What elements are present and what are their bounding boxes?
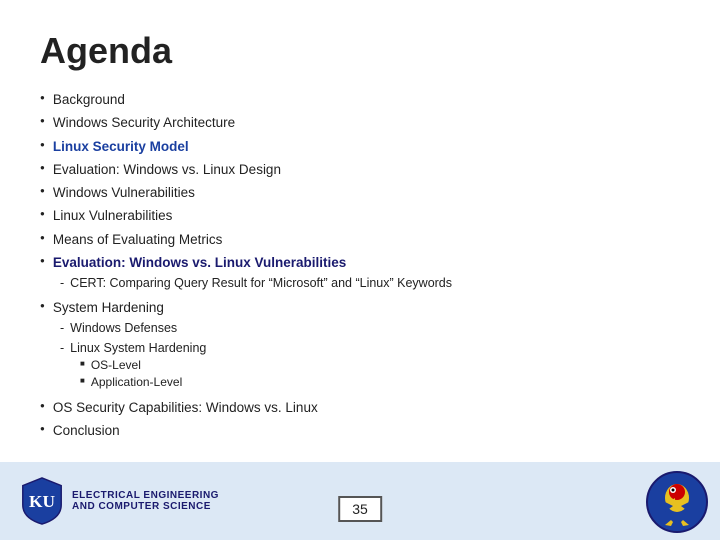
list-item: ● Background xyxy=(40,90,680,110)
dash-icon: - xyxy=(60,339,64,357)
list-item: ● Linux Security Model xyxy=(40,137,680,157)
item-text-highlighted: Evaluation: Windows vs. Linux Vulnerabil… xyxy=(53,253,346,273)
bullet-icon: ● xyxy=(40,422,45,436)
square-icon: ■ xyxy=(80,374,85,388)
item-text: Windows Vulnerabilities xyxy=(53,183,195,203)
bullet-icon: ● xyxy=(40,207,45,221)
dash-icon: - xyxy=(60,319,64,337)
bullet-icon: ● xyxy=(40,399,45,413)
item-text: OS Security Capabilities: Windows vs. Li… xyxy=(53,398,318,418)
sub-sub-list-item: ■ OS-Level xyxy=(80,357,182,374)
ku-department: ELECTRICAL ENGINEERING AND COMPUTER SCIE… xyxy=(72,490,219,512)
bullet-icon: ● xyxy=(40,91,45,105)
list-item: ● Windows Vulnerabilities xyxy=(40,183,680,203)
item-text-highlighted: Linux Security Model xyxy=(53,137,189,157)
item-text: Linux Vulnerabilities xyxy=(53,206,173,226)
sub-list-item: - CERT: Comparing Query Result for “Micr… xyxy=(60,274,452,292)
slide-content: Agenda ● Background ● Windows Security A… xyxy=(40,30,680,442)
bullet-icon: ● xyxy=(40,114,45,128)
bullet-icon: ● xyxy=(40,138,45,152)
ku-shield-icon: KU xyxy=(20,476,64,526)
sub-item-text: Linux System Hardening xyxy=(70,339,206,357)
sub-sub-item-text: Application-Level xyxy=(91,374,182,391)
sub-list-item: - Linux System Hardening ■ OS-Level ■ Ap… xyxy=(60,339,206,393)
list-item: ● Conclusion xyxy=(40,421,680,441)
bullet-icon: ● xyxy=(40,231,45,245)
sub-sub-list-item: ■ Application-Level xyxy=(80,374,182,391)
sub-item-text: CERT: Comparing Query Result for “Micros… xyxy=(70,274,452,292)
list-item: ● Windows Security Architecture xyxy=(40,113,680,133)
bullet-icon: ● xyxy=(40,299,45,313)
dash-icon: - xyxy=(60,274,64,292)
sub-sub-item-text: OS-Level xyxy=(91,357,141,374)
item-text: Means of Evaluating Metrics xyxy=(53,230,223,250)
item-text: Background xyxy=(53,90,125,110)
sub-list: - Windows Defenses - Linux System Harden… xyxy=(40,319,206,393)
sub-list-item: - Windows Defenses xyxy=(60,319,206,337)
sub-sub-list: ■ OS-Level ■ Application-Level xyxy=(60,357,182,393)
list-item: ● OS Security Capabilities: Windows vs. … xyxy=(40,398,680,418)
item-text: Windows Security Architecture xyxy=(53,113,235,133)
agenda-list: ● Background ● Windows Security Architec… xyxy=(40,90,680,442)
ku-logo: KU ELECTRICAL ENGINEERING AND COMPUTER S… xyxy=(20,476,219,526)
ku-mascot-icon xyxy=(645,470,710,535)
list-item: ● Means of Evaluating Metrics xyxy=(40,230,680,250)
dept-line1: ELECTRICAL ENGINEERING xyxy=(72,490,219,501)
dept-line2: AND COMPUTER SCIENCE xyxy=(72,501,219,512)
item-text: System Hardening xyxy=(53,298,164,318)
item-text: Conclusion xyxy=(53,421,120,441)
bullet-icon: ● xyxy=(40,161,45,175)
list-item: ● Evaluation: Windows vs. Linux Vulnerab… xyxy=(40,253,680,295)
slide-title: Agenda xyxy=(40,30,680,72)
slide: Agenda ● Background ● Windows Security A… xyxy=(0,0,720,540)
sub-item-text: Windows Defenses xyxy=(70,319,177,337)
page-number: 35 xyxy=(338,496,382,522)
svg-text:KU: KU xyxy=(29,492,55,511)
list-item: ● System Hardening - Windows Defenses - … xyxy=(40,298,680,395)
sub-list: - CERT: Comparing Query Result for “Micr… xyxy=(40,274,452,293)
bullet-icon: ● xyxy=(40,184,45,198)
bullet-icon: ● xyxy=(40,254,45,268)
list-item: ● Evaluation: Windows vs. Linux Design xyxy=(40,160,680,180)
list-item: ● Linux Vulnerabilities xyxy=(40,206,680,226)
square-icon: ■ xyxy=(80,357,85,371)
item-text: Evaluation: Windows vs. Linux Design xyxy=(53,160,281,180)
